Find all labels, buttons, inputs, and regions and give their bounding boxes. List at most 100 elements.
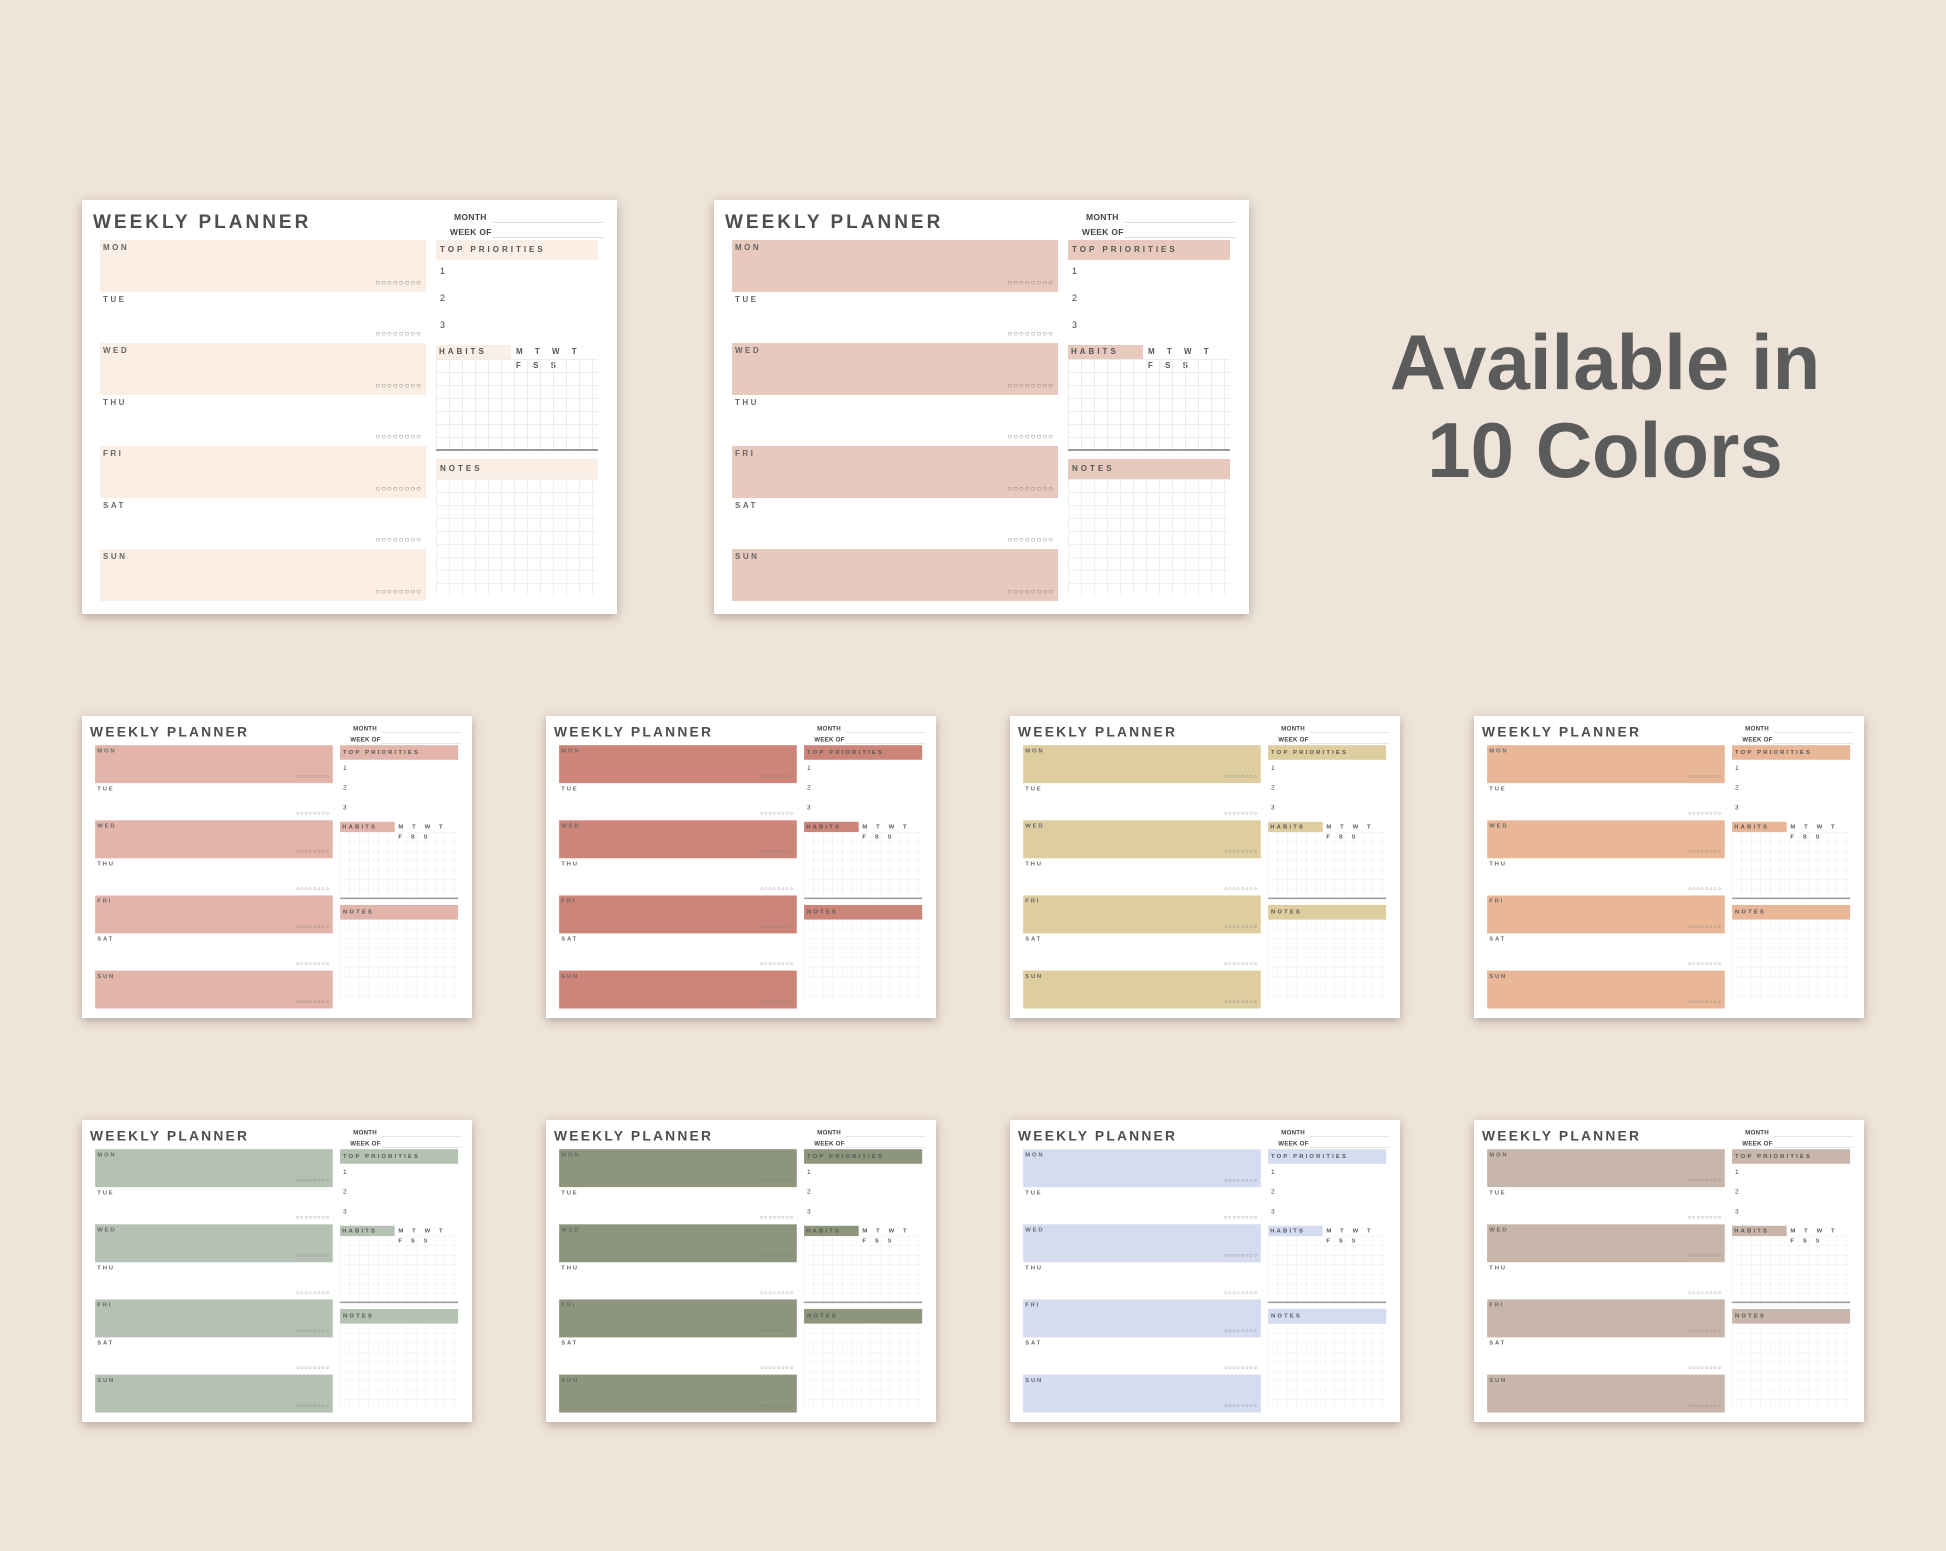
day-row-thu[interactable]: THU ○○○○○○○○ xyxy=(559,1262,797,1300)
habit-tracker-grid[interactable] xyxy=(1732,831,1851,900)
day-row-fri[interactable]: FRI ○○○○○○○○ xyxy=(559,895,797,934)
water-drops-icon[interactable]: ○○○○○○○○ xyxy=(1007,484,1054,494)
priority-item[interactable]: 1 xyxy=(1732,1164,1850,1184)
priority-item[interactable]: 1 xyxy=(436,260,598,287)
day-row-mon[interactable]: MON ○○○○○○○○ xyxy=(1023,745,1261,783)
day-row-wed[interactable]: WED ○○○○○○○○ xyxy=(1023,820,1261,858)
week-of-field[interactable] xyxy=(845,1146,926,1148)
water-drops-icon[interactable]: ○○○○○○○○ xyxy=(296,773,330,780)
week-of-field[interactable] xyxy=(1773,742,1854,744)
water-drops-icon[interactable]: ○○○○○○○○ xyxy=(1688,998,1722,1005)
planner-card[interactable]: WEEKLY PLANNER MONTH WEEK OF MON ○○○○○○○○ TUE… xyxy=(714,200,1249,614)
day-row-tue[interactable]: TUE ○○○○○○○○ xyxy=(732,292,1058,344)
day-row-wed[interactable]: WED ○○○○○○○○ xyxy=(559,820,797,858)
water-drops-icon[interactable]: ○○○○○○○○ xyxy=(1688,1364,1722,1371)
week-of-field[interactable] xyxy=(1309,742,1390,744)
water-drops-icon[interactable]: ○○○○○○○○ xyxy=(1007,535,1054,545)
water-drops-icon[interactable]: ○○○○○○○○ xyxy=(760,1402,794,1409)
day-row-wed[interactable]: WED ○○○○○○○○ xyxy=(1487,820,1725,858)
day-row-sat[interactable]: SAT ○○○○○○○○ xyxy=(1023,933,1261,971)
notes-grid[interactable] xyxy=(1068,479,1230,595)
priority-item[interactable]: 3 xyxy=(340,799,458,819)
water-drops-icon[interactable]: ○○○○○○○○ xyxy=(296,885,330,892)
water-drops-icon[interactable]: ○○○○○○○○ xyxy=(1224,998,1258,1005)
day-row-mon[interactable]: MON ○○○○○○○○ xyxy=(559,1149,797,1187)
priority-item[interactable]: 2 xyxy=(1732,1183,1850,1203)
water-drops-icon[interactable]: ○○○○○○○○ xyxy=(1688,1177,1722,1184)
day-row-mon[interactable]: MON ○○○○○○○○ xyxy=(1487,745,1725,783)
water-drops-icon[interactable]: ○○○○○○○○ xyxy=(1007,329,1054,339)
planner-card[interactable]: WEEKLY PLANNER MONTH WEEK OF MON ○○○○○○○○ TUE… xyxy=(1010,1120,1400,1422)
priority-item[interactable]: 3 xyxy=(1268,799,1386,819)
day-row-fri[interactable]: FRI ○○○○○○○○ xyxy=(732,446,1058,498)
water-drops-icon[interactable]: ○○○○○○○○ xyxy=(1224,923,1258,930)
day-row-wed[interactable]: WED ○○○○○○○○ xyxy=(95,1224,333,1262)
water-drops-icon[interactable]: ○○○○○○○○ xyxy=(1224,960,1258,967)
day-row-tue[interactable]: TUE ○○○○○○○○ xyxy=(1023,783,1261,821)
day-row-tue[interactable]: TUE ○○○○○○○○ xyxy=(559,783,797,821)
day-row-tue[interactable]: TUE ○○○○○○○○ xyxy=(559,1187,797,1225)
water-drops-icon[interactable]: ○○○○○○○○ xyxy=(1688,960,1722,967)
week-of-field[interactable] xyxy=(1309,1146,1390,1148)
day-row-wed[interactable]: WED ○○○○○○○○ xyxy=(559,1224,797,1262)
water-drops-icon[interactable]: ○○○○○○○○ xyxy=(760,1289,794,1296)
water-drops-icon[interactable]: ○○○○○○○○ xyxy=(1688,1402,1722,1409)
day-row-tue[interactable]: TUE ○○○○○○○○ xyxy=(100,292,426,344)
water-drops-icon[interactable]: ○○○○○○○○ xyxy=(760,1214,794,1221)
notes-grid[interactable] xyxy=(1268,919,1387,1005)
water-drops-icon[interactable]: ○○○○○○○○ xyxy=(760,885,794,892)
priority-item[interactable]: 3 xyxy=(804,799,922,819)
week-of-field[interactable] xyxy=(381,742,462,744)
water-drops-icon[interactable]: ○○○○○○○○ xyxy=(1688,810,1722,817)
water-drops-icon[interactable]: ○○○○○○○○ xyxy=(1688,848,1722,855)
priority-item[interactable]: 2 xyxy=(1268,1183,1386,1203)
day-row-fri[interactable]: FRI ○○○○○○○○ xyxy=(1023,895,1261,934)
priority-item[interactable]: 1 xyxy=(1068,260,1230,287)
priority-item[interactable]: 3 xyxy=(804,1203,922,1223)
day-row-fri[interactable]: FRI ○○○○○○○○ xyxy=(1023,1299,1261,1338)
water-drops-icon[interactable]: ○○○○○○○○ xyxy=(1224,1177,1258,1184)
priority-item[interactable]: 3 xyxy=(1068,314,1230,341)
water-drops-icon[interactable]: ○○○○○○○○ xyxy=(1688,773,1722,780)
day-row-sat[interactable]: SAT ○○○○○○○○ xyxy=(1487,1337,1725,1375)
day-row-thu[interactable]: THU ○○○○○○○○ xyxy=(1487,858,1725,896)
day-row-mon[interactable]: MON ○○○○○○○○ xyxy=(1023,1149,1261,1187)
water-drops-icon[interactable]: ○○○○○○○○ xyxy=(1007,278,1054,288)
day-row-sun[interactable]: SUN ○○○○○○○○ xyxy=(1023,1374,1261,1413)
habit-tracker-grid[interactable] xyxy=(340,831,459,900)
planner-card[interactable]: WEEKLY PLANNER MONTH WEEK OF MON ○○○○○○○○ TUE… xyxy=(82,1120,472,1422)
priority-item[interactable]: 1 xyxy=(340,1164,458,1184)
notes-grid[interactable] xyxy=(804,919,923,1005)
water-drops-icon[interactable]: ○○○○○○○○ xyxy=(1007,432,1054,442)
day-row-fri[interactable]: FRI ○○○○○○○○ xyxy=(95,1299,333,1338)
day-row-mon[interactable]: MON ○○○○○○○○ xyxy=(559,745,797,783)
day-row-tue[interactable]: TUE ○○○○○○○○ xyxy=(95,783,333,821)
water-drops-icon[interactable]: ○○○○○○○○ xyxy=(296,1402,330,1409)
day-row-sun[interactable]: SUN ○○○○○○○○ xyxy=(1487,1374,1725,1413)
water-drops-icon[interactable]: ○○○○○○○○ xyxy=(1224,773,1258,780)
habit-tracker-grid[interactable] xyxy=(340,1235,459,1304)
priority-item[interactable]: 1 xyxy=(1732,760,1850,780)
day-row-tue[interactable]: TUE ○○○○○○○○ xyxy=(1023,1187,1261,1225)
day-row-sun[interactable]: SUN ○○○○○○○○ xyxy=(559,970,797,1009)
month-field[interactable] xyxy=(493,222,603,223)
water-drops-icon[interactable]: ○○○○○○○○ xyxy=(375,381,422,391)
water-drops-icon[interactable]: ○○○○○○○○ xyxy=(760,1252,794,1259)
week-of-field[interactable] xyxy=(381,1146,462,1148)
day-row-thu[interactable]: THU ○○○○○○○○ xyxy=(732,395,1058,447)
water-drops-icon[interactable]: ○○○○○○○○ xyxy=(1224,848,1258,855)
water-drops-icon[interactable]: ○○○○○○○○ xyxy=(1224,1402,1258,1409)
water-drops-icon[interactable]: ○○○○○○○○ xyxy=(375,329,422,339)
notes-grid[interactable] xyxy=(1268,1323,1387,1409)
water-drops-icon[interactable]: ○○○○○○○○ xyxy=(1224,1364,1258,1371)
day-row-thu[interactable]: THU ○○○○○○○○ xyxy=(1023,1262,1261,1300)
day-row-sun[interactable]: SUN ○○○○○○○○ xyxy=(732,549,1058,601)
month-field[interactable] xyxy=(1773,1136,1854,1137)
water-drops-icon[interactable]: ○○○○○○○○ xyxy=(760,923,794,930)
water-drops-icon[interactable]: ○○○○○○○○ xyxy=(1688,923,1722,930)
day-row-fri[interactable]: FRI ○○○○○○○○ xyxy=(1487,1299,1725,1338)
day-row-mon[interactable]: MON ○○○○○○○○ xyxy=(1487,1149,1725,1187)
day-row-mon[interactable]: MON ○○○○○○○○ xyxy=(95,1149,333,1187)
day-row-sun[interactable]: SUN ○○○○○○○○ xyxy=(100,549,426,601)
week-of-field[interactable] xyxy=(845,742,926,744)
